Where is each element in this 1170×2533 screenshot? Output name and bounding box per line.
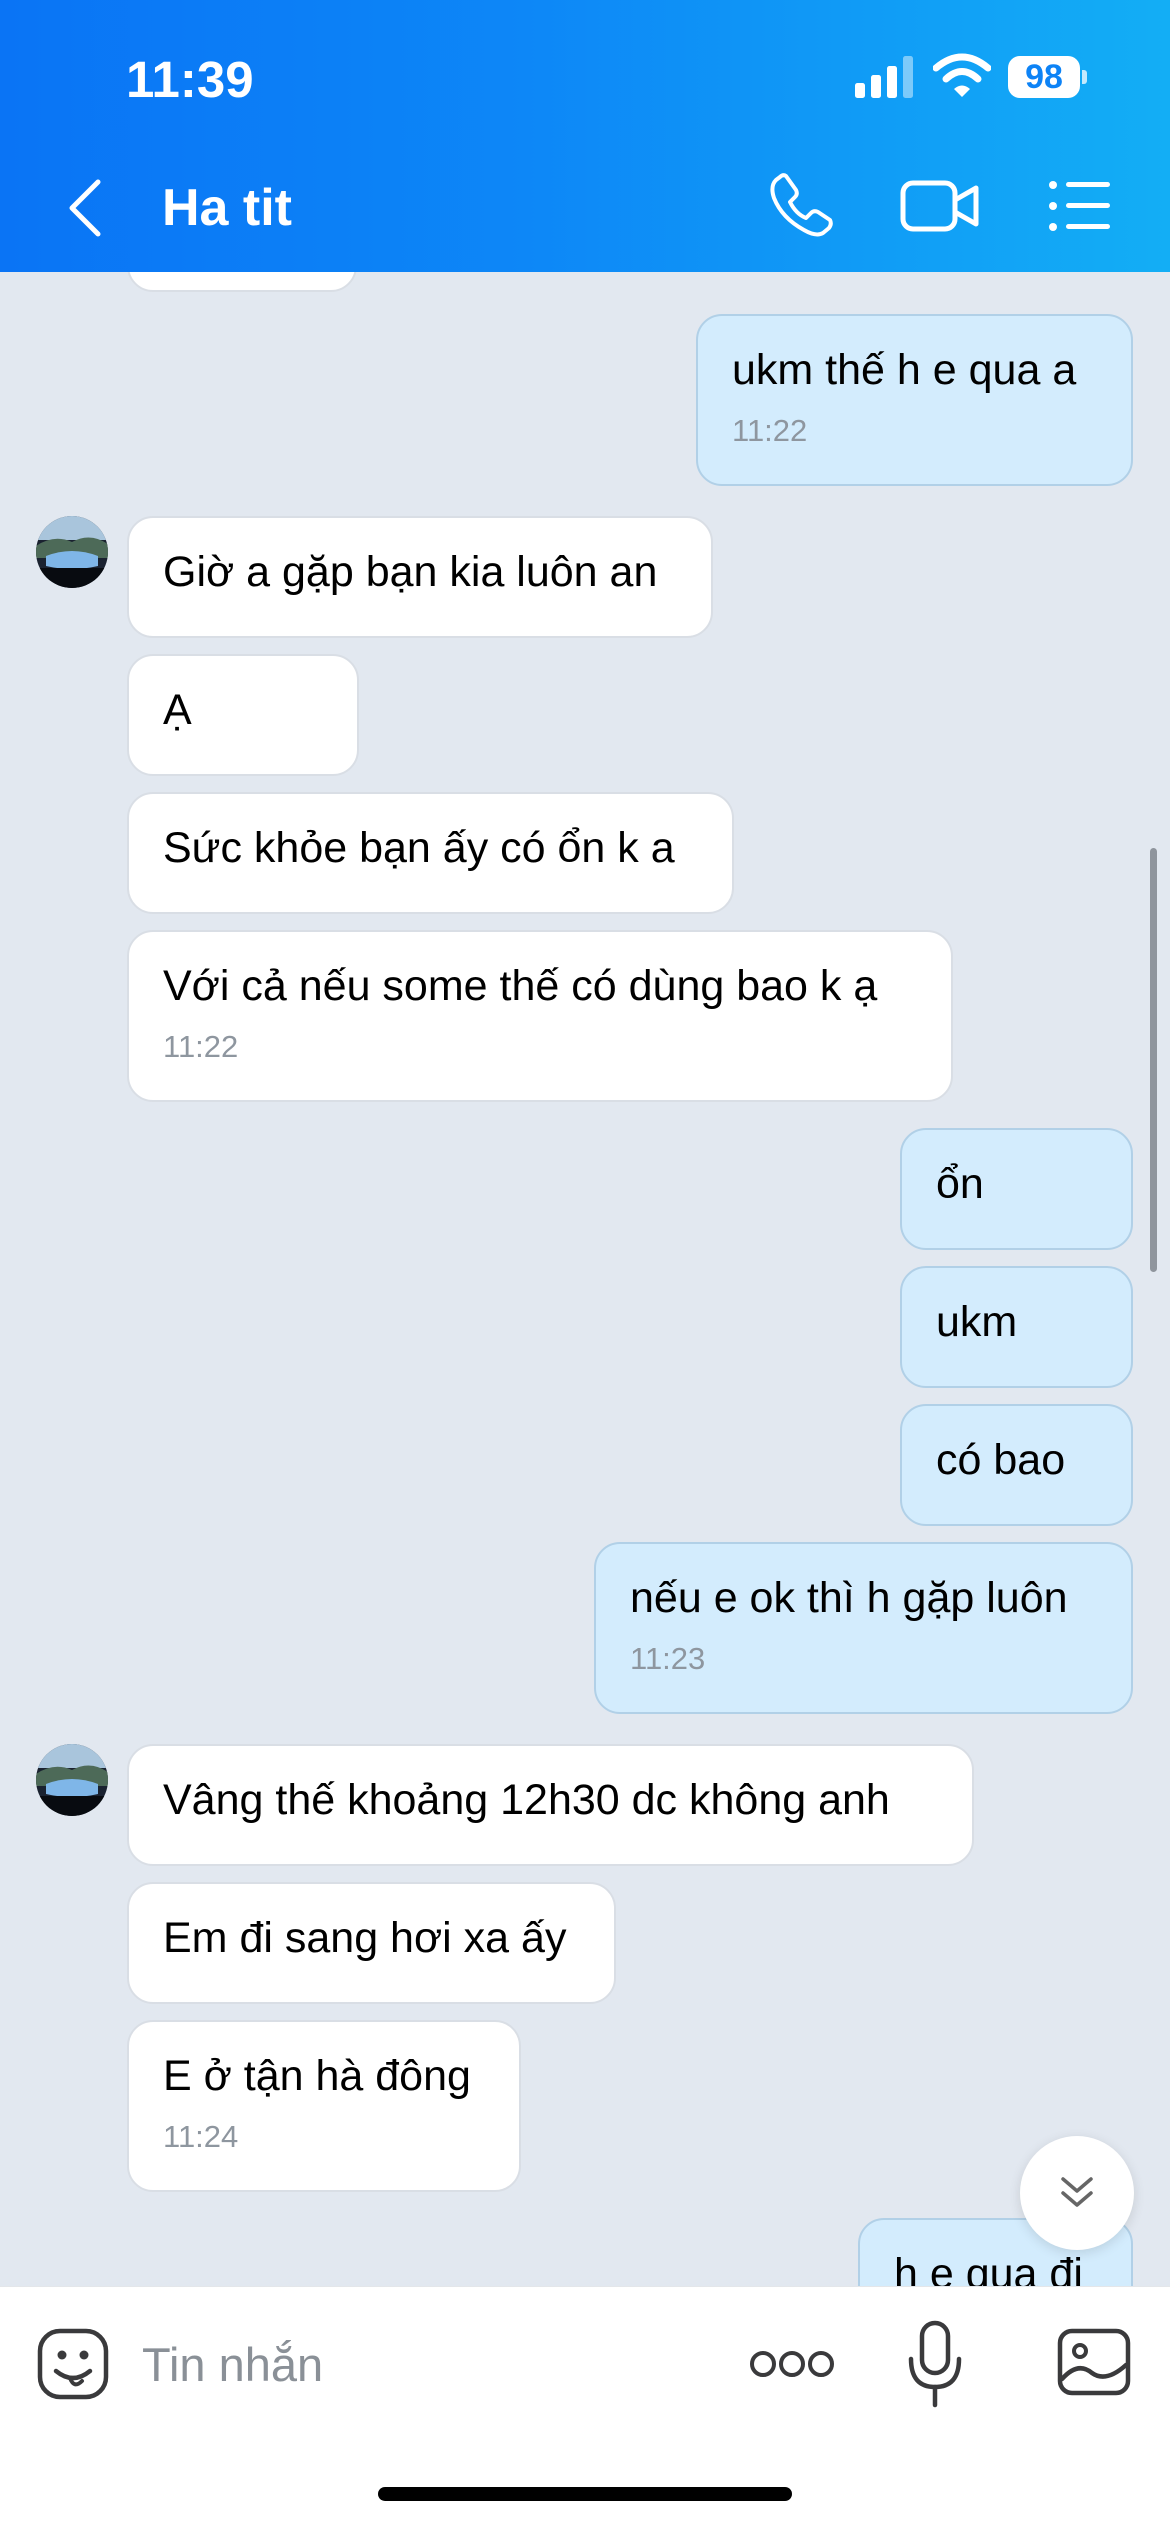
- message-bubble-outgoing[interactable]: ukm: [900, 1266, 1133, 1388]
- avatar[interactable]: [36, 516, 108, 588]
- message-bubble-incoming[interactable]: Sức khỏe bạn ấy có ổn k a: [127, 792, 734, 914]
- message-bubble-incoming[interactable]: Giờ a gặp bạn kia luôn an: [127, 516, 713, 638]
- message-bubble-incoming[interactable]: Em đi sang hơi xa ấy: [127, 1882, 616, 2004]
- more-icon[interactable]: [750, 2347, 834, 2381]
- battery-tip: [1082, 70, 1087, 84]
- message-bubble-outgoing[interactable]: ukm thế h e qua a 11:22: [696, 314, 1133, 486]
- message-bubble-incoming[interactable]: E ở tận hà đông 11:24: [127, 2020, 521, 2192]
- scroll-to-bottom-button[interactable]: [1020, 2136, 1134, 2250]
- message-text: nếu e ok thì h gặp luôn: [630, 1574, 1068, 1622]
- avatar[interactable]: [36, 1744, 108, 1816]
- video-camera-icon[interactable]: [900, 178, 980, 234]
- message-time: 11:22: [732, 413, 808, 448]
- message-text: Ạ: [163, 686, 192, 734]
- image-icon[interactable]: [1056, 2327, 1132, 2397]
- message-bubble-outgoing[interactable]: có bao: [900, 1404, 1133, 1526]
- message-text: h e qua đi: [894, 2250, 1083, 2286]
- sticker-icon[interactable]: [36, 2327, 110, 2401]
- message-text: ukm thế h e qua a: [732, 346, 1077, 394]
- message-input-bar: Tin nhắn: [0, 2286, 1170, 2533]
- list-menu-icon[interactable]: [1048, 180, 1112, 232]
- message-text: Giờ a gặp bạn kia luôn an: [163, 548, 658, 596]
- double-chevron-down-icon: [1061, 2177, 1093, 2207]
- message-text: Với cả nếu some thế có dùng bao k ạ: [163, 962, 878, 1010]
- message-text: Em đi sang hơi xa ấy: [163, 1914, 567, 1962]
- phone-icon[interactable]: [768, 172, 834, 238]
- battery-level: 98: [1008, 56, 1080, 98]
- status-time: 11:39: [126, 51, 254, 108]
- message-bubble-partial: [127, 272, 357, 292]
- message-time: 11:24: [163, 2119, 239, 2154]
- chat-area[interactable]: ukm thế h e qua a 11:22 Giờ a gặp bạn ki…: [0, 272, 1170, 2286]
- app-header: 11:39 98 Ha tit: [0, 0, 1170, 272]
- message-text: ukm: [936, 1298, 1018, 1346]
- message-bubble-incoming[interactable]: Vâng thế khoảng 12h30 dc không anh: [127, 1744, 974, 1866]
- microphone-icon[interactable]: [905, 2319, 965, 2409]
- scrollbar[interactable]: [1150, 848, 1157, 1272]
- contact-name[interactable]: Ha tit: [162, 178, 292, 238]
- wifi-icon: [933, 53, 991, 97]
- message-input[interactable]: Tin nhắn: [142, 2337, 323, 2392]
- message-time: 11:22: [163, 1029, 239, 1064]
- message-text: E ở tận hà đông: [163, 2052, 471, 2100]
- back-arrow-icon[interactable]: [60, 176, 110, 240]
- battery-icon: 98: [1008, 56, 1087, 98]
- message-text: có bao: [936, 1436, 1066, 1484]
- message-text: ổn: [936, 1160, 984, 1208]
- message-bubble-incoming[interactable]: Với cả nếu some thế có dùng bao k ạ 11:2…: [127, 930, 953, 1102]
- message-text: Vâng thế khoảng 12h30 dc không anh: [163, 1776, 890, 1824]
- message-bubble-incoming[interactable]: Ạ: [127, 654, 359, 776]
- signal-icon: [855, 56, 913, 98]
- message-text: Sức khỏe bạn ấy có ổn k a: [163, 824, 675, 872]
- home-indicator: [378, 2487, 792, 2501]
- message-bubble-outgoing[interactable]: ổn: [900, 1128, 1133, 1250]
- message-bubble-outgoing[interactable]: nếu e ok thì h gặp luôn 11:23: [594, 1542, 1133, 1714]
- message-time: 11:23: [630, 1641, 706, 1676]
